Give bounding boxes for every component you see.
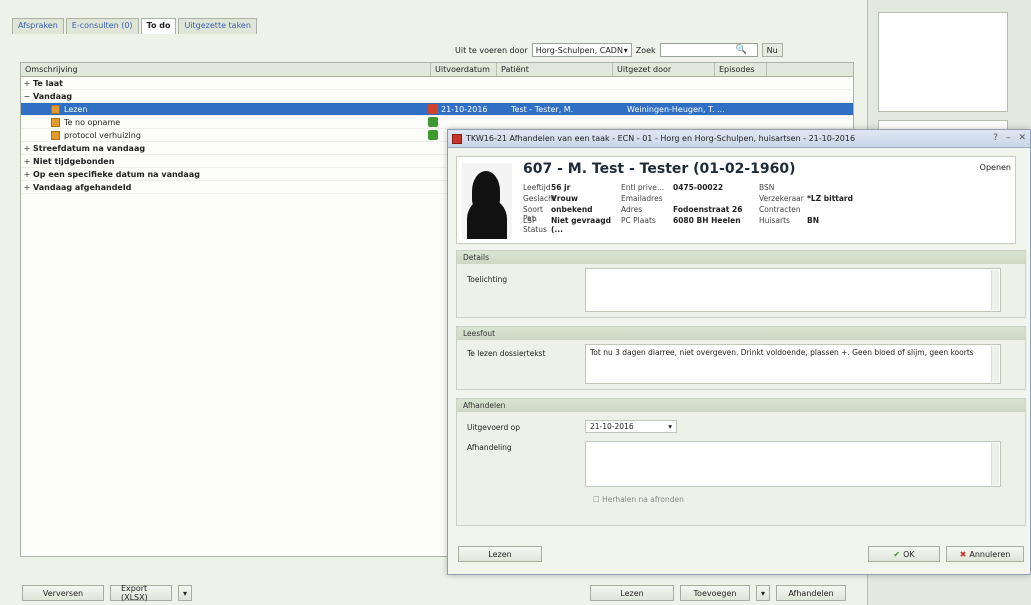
group-row[interactable]: + Te laat (21, 77, 853, 90)
task-icon (51, 117, 60, 127)
checkmark-icon: ✔ (893, 549, 901, 559)
chevron-down-icon: ▾ (668, 422, 672, 431)
expand-icon[interactable]: + (21, 157, 33, 166)
search-input[interactable]: 🔍 (659, 43, 758, 57)
handle-task-dialog: TKW16-21 Afhandelen van een taak - ECN -… (447, 129, 1031, 575)
status-icon (428, 117, 438, 127)
filter-label: Uit te voeren door (455, 45, 528, 55)
handling-section: Afhandelen Uitgevoerd op 21-10-2016 ▾ Af… (456, 398, 1026, 526)
app-icon (452, 133, 462, 144)
grid-header: Omschrijving Uitvoerdatum Patiënt Uitgez… (21, 63, 853, 77)
side-box (878, 12, 1008, 112)
filter-bar: Uit te voeren door Horg-Schulpen, CADN ▾ … (455, 43, 783, 57)
checkbox-icon: ☐ (593, 495, 600, 504)
executed-on-date-picker[interactable]: 21-10-2016 ▾ (585, 420, 677, 433)
col-omschrijving[interactable]: Omschrijving (21, 63, 431, 76)
expand-icon[interactable]: + (21, 79, 33, 88)
status-icon (428, 130, 438, 140)
group-row[interactable]: − Vandaag (21, 90, 853, 103)
priority-status-icon (428, 104, 438, 114)
reading-text-field[interactable]: Tot nu 3 dagen diarree, niet overgeven. … (585, 344, 1001, 384)
col-uitvoerdatum[interactable]: Uitvoerdatum (431, 63, 497, 76)
dialog-titlebar[interactable]: TKW16-21 Afhandelen van een taak - ECN -… (448, 130, 1030, 148)
tab-uitgezette-taken[interactable]: Uitgezette taken (178, 18, 257, 34)
collapse-icon[interactable]: − (21, 92, 33, 101)
search-label: Zoek (635, 45, 656, 55)
task-icon (51, 130, 60, 140)
reading-section: Leesfout Te lezen dossiertekst Tot nu 3 … (456, 326, 1026, 390)
chevron-down-icon: ▾ (760, 588, 765, 598)
bottom-right-buttons: Lezen Toevoegen ▾ Afhandelen (590, 585, 846, 601)
reading-text-label: Te lezen dossiertekst (467, 349, 546, 358)
export-button[interactable]: Export (XLSX) (110, 584, 172, 602)
details-section: Details Toelichting (456, 250, 1026, 318)
section-header: Leesfout (457, 327, 1025, 340)
expand-icon[interactable]: + (21, 170, 33, 179)
tab-e-consulten[interactable]: E-consulten (0) (65, 18, 139, 34)
section-header: Afhandelen (457, 399, 1025, 412)
handling-field[interactable] (585, 441, 1001, 487)
open-patient-link[interactable]: Openen (980, 163, 1011, 172)
cancel-icon: ✖ (959, 549, 967, 559)
chevron-down-icon: ▾ (182, 588, 187, 598)
col-episodes[interactable]: Episodes (715, 63, 767, 76)
toelichting-field[interactable] (585, 268, 1001, 312)
patient-info: Leeftijd 56 jr Entl prive... 0475-00022 … (523, 183, 853, 234)
refresh-button[interactable]: Verversen (22, 585, 104, 601)
cancel-button[interactable]: ✖ Annuleren (946, 546, 1024, 562)
tab-afspraken[interactable]: Afspraken (12, 18, 64, 34)
help-icon[interactable]: ? (993, 133, 998, 143)
dialog-open-button[interactable]: Lezen (458, 546, 542, 562)
patient-name: 607 - M. Test - Tester (01-02-1960) (523, 161, 796, 177)
handle-button[interactable]: Afhandelen (776, 585, 846, 601)
executor-select[interactable]: Horg-Schulpen, CADN ▾ (531, 43, 632, 57)
scrollbar[interactable] (991, 346, 999, 382)
cell-patient: Test - Tester, M. (511, 104, 574, 114)
minimize-icon[interactable]: – (1006, 133, 1011, 143)
add-dropdown-button[interactable]: ▾ (756, 585, 770, 601)
repeat-checkbox[interactable]: ☐ Herhalen na afronden (593, 495, 684, 504)
cell-date: 21-10-2016 (441, 104, 488, 114)
table-row[interactable]: Lezen 21-10-2016 Test - Tester, M. Weini… (21, 103, 853, 116)
tab-bar: Afspraken E-consulten (0) To do Uitgezet… (12, 18, 257, 34)
tab-to-do[interactable]: To do (140, 18, 177, 34)
add-button[interactable]: Toevoegen (680, 585, 750, 601)
open-button[interactable]: Lezen (590, 585, 674, 601)
search-now-button[interactable]: Nu (761, 43, 783, 57)
table-row[interactable]: Te no opname (21, 116, 853, 129)
cell-by: Weiningen-Heugen, T. ... (627, 104, 725, 114)
dialog-title: TKW16-21 Afhandelen van een taak - ECN -… (466, 134, 856, 143)
task-icon (51, 104, 60, 114)
bottom-left-buttons: Verversen Export (XLSX) ▾ (22, 584, 192, 602)
export-dropdown-button[interactable]: ▾ (178, 585, 192, 601)
col-patient[interactable]: Patiënt (497, 63, 613, 76)
section-header: Details (457, 251, 1025, 264)
close-icon[interactable]: ✕ (1018, 133, 1026, 143)
toelichting-label: Toelichting (467, 275, 508, 284)
scrollbar[interactable] (991, 443, 999, 485)
patient-banner: 607 - M. Test - Tester (01-02-1960) Leef… (456, 156, 1016, 244)
handling-label: Afhandeling (467, 443, 512, 452)
executed-on-label: Uitgevoerd op (467, 423, 520, 432)
scrollbar[interactable] (991, 270, 999, 310)
ok-button[interactable]: ✔ OK (868, 546, 940, 562)
chevron-down-icon: ▾ (623, 45, 628, 55)
expand-icon[interactable]: + (21, 144, 33, 153)
col-uitgezet-door[interactable]: Uitgezet door (613, 63, 715, 76)
patient-avatar (462, 163, 512, 239)
expand-icon[interactable]: + (21, 183, 33, 192)
search-icon[interactable]: 🔍 (735, 45, 746, 55)
